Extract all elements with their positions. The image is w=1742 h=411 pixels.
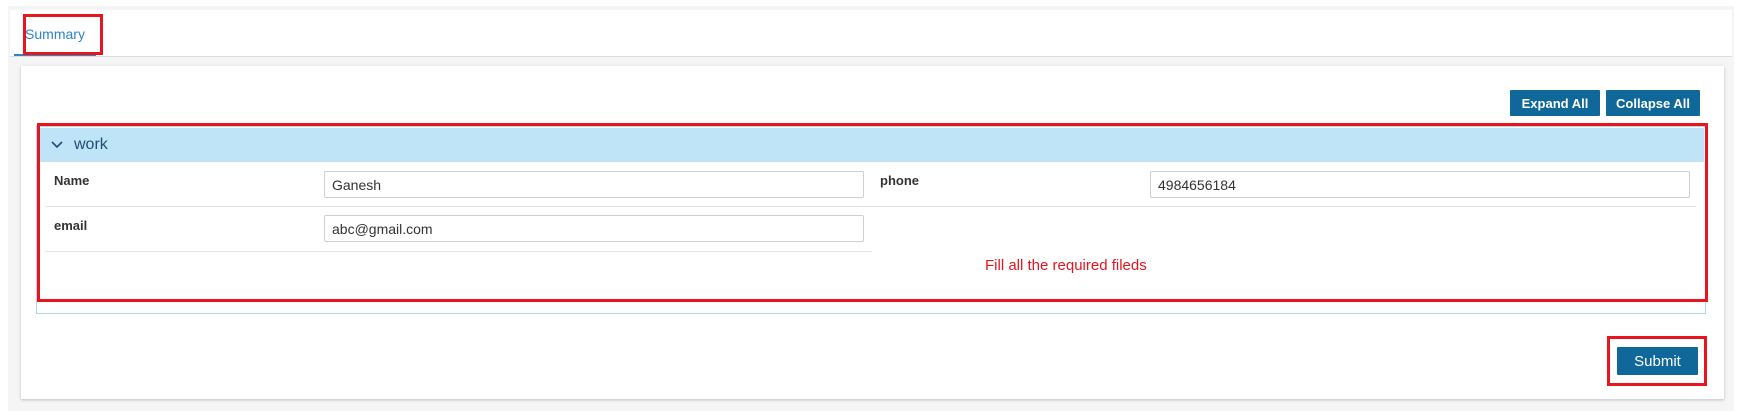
chevron-down-icon	[51, 141, 63, 149]
collapse-all-button[interactable]: Collapse All	[1606, 90, 1700, 116]
expand-all-button[interactable]: Expand All	[1510, 90, 1600, 116]
name-input[interactable]	[324, 171, 864, 198]
submit-button[interactable]: Submit	[1617, 347, 1698, 375]
work-section: work	[36, 126, 1706, 314]
email-label: email	[54, 218, 88, 233]
phone-input[interactable]	[1150, 171, 1690, 198]
row-divider	[46, 206, 1696, 207]
required-fields-error: Fill all the required fileds	[985, 257, 1147, 274]
tab-summary-label: Summary	[25, 26, 85, 42]
email-input[interactable]	[324, 215, 864, 242]
row-divider	[46, 251, 872, 252]
section-title: work	[74, 136, 108, 153]
tab-summary[interactable]: Summary	[14, 14, 96, 56]
work-section-header[interactable]: work	[38, 128, 1704, 162]
name-label: Name	[54, 173, 90, 188]
phone-label: phone	[880, 173, 919, 188]
tab-bar: Summary	[10, 10, 1732, 57]
